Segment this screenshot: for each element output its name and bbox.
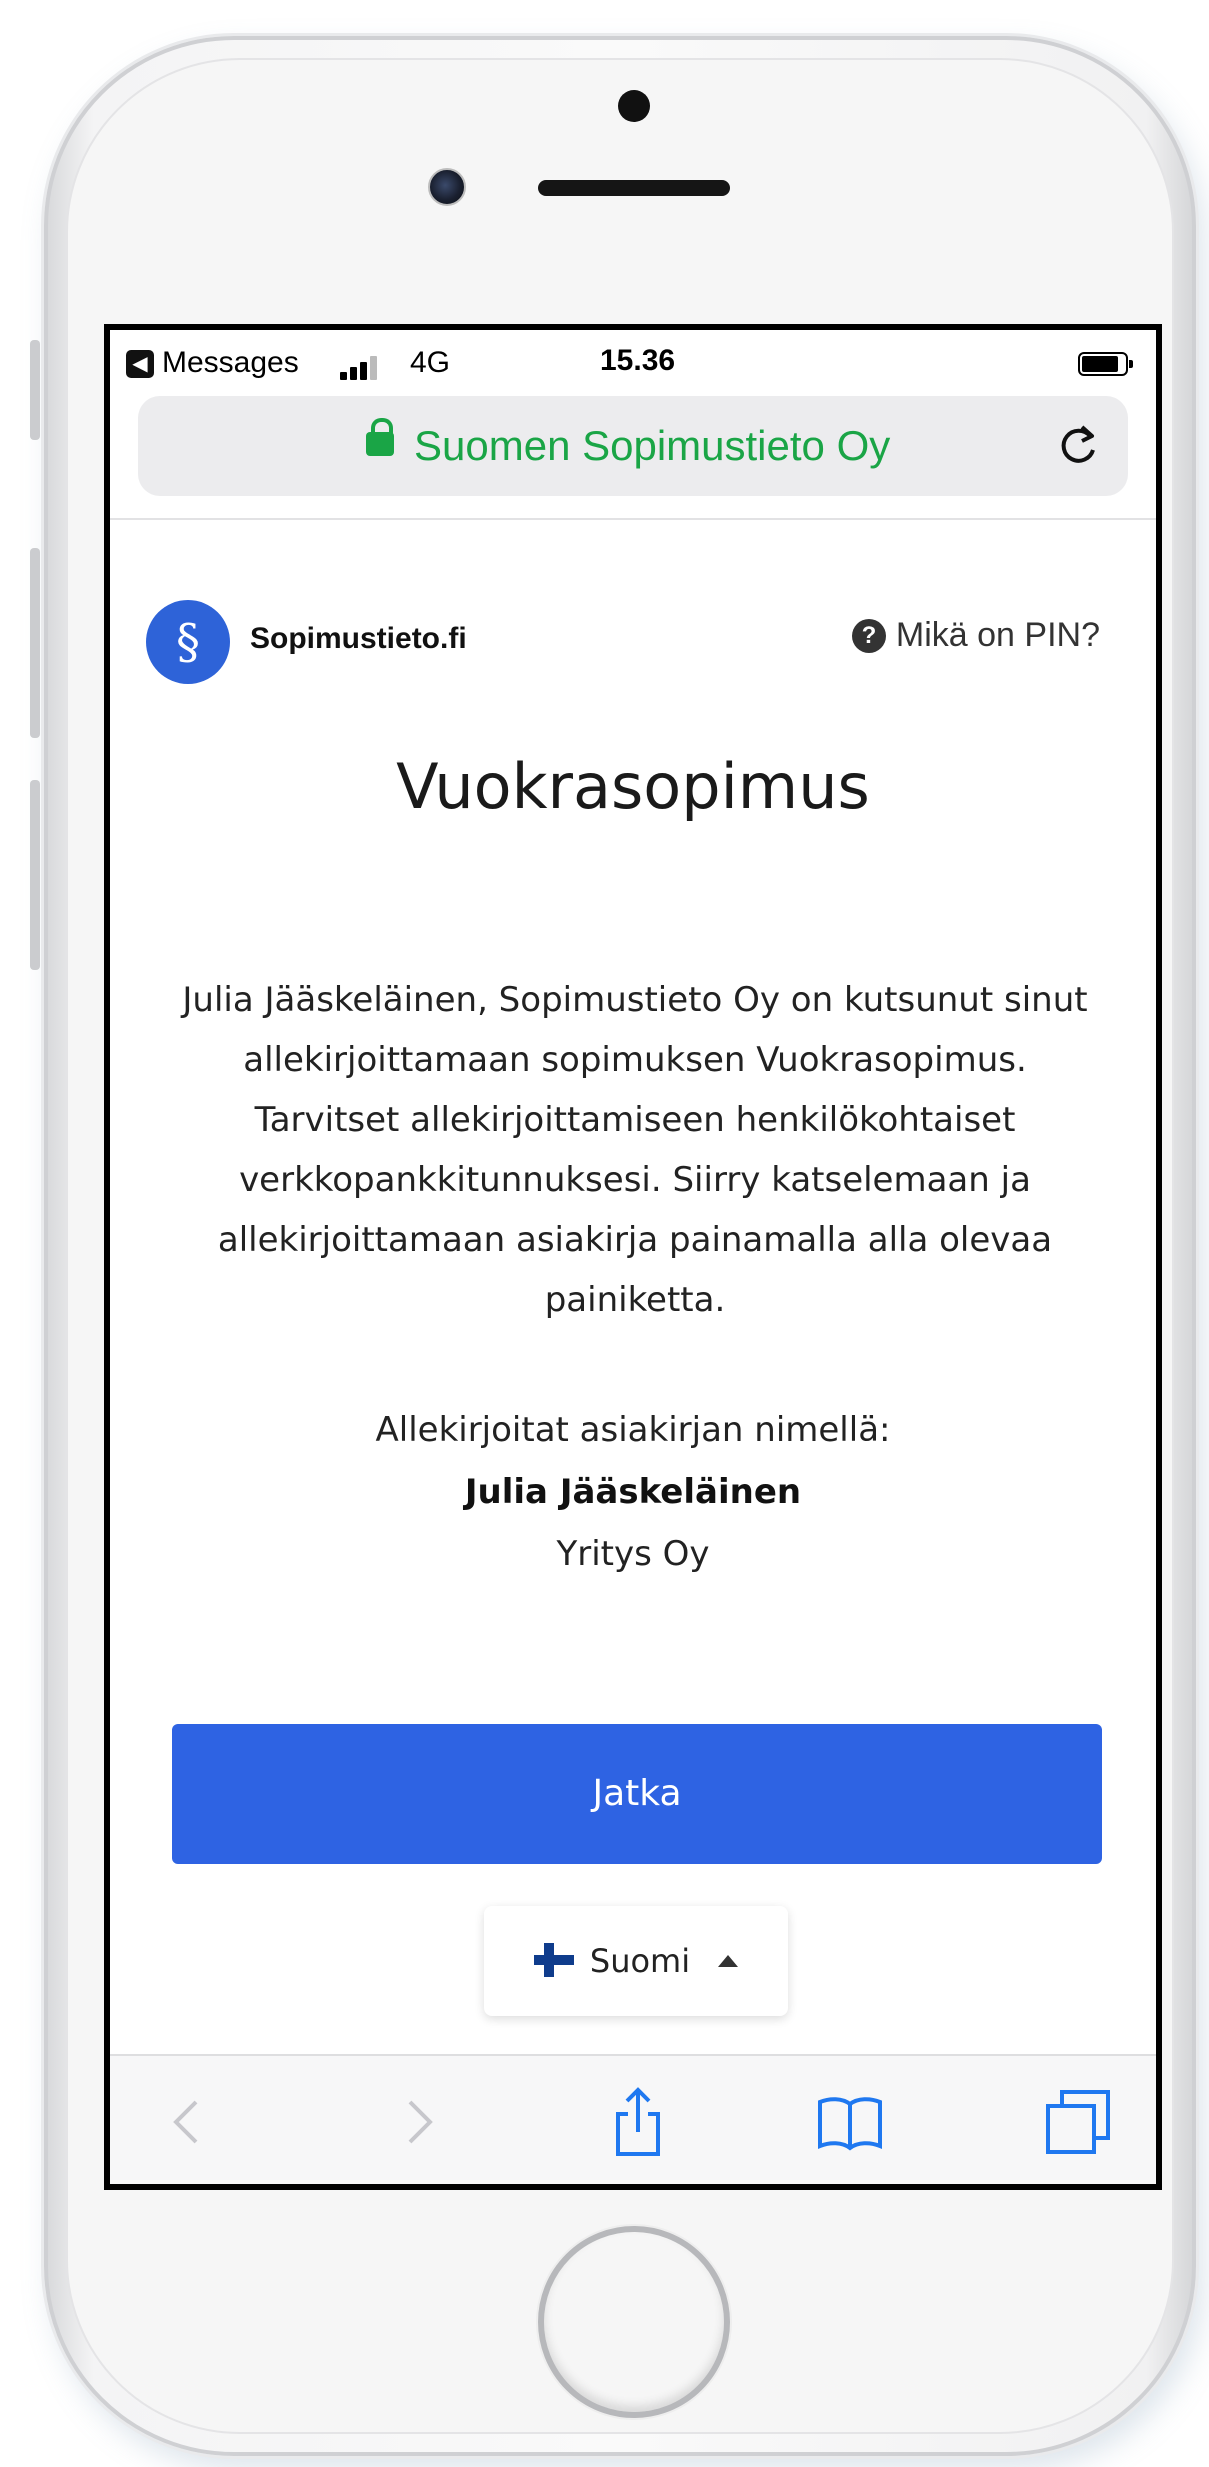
tabs-icon[interactable] — [1040, 2084, 1116, 2160]
front-camera — [428, 168, 466, 206]
divider — [110, 518, 1156, 520]
mute-switch — [30, 340, 40, 440]
continue-button[interactable]: Jatka — [172, 1724, 1102, 1864]
clock: 15.36 — [600, 344, 676, 377]
earpiece-speaker — [538, 180, 730, 196]
back-to-app-icon[interactable]: ◀ — [126, 350, 154, 378]
signer-name: Julia Jääskeläinen — [464, 1472, 802, 1512]
intro-text: Julia Jääskeläinen, Sopimustieto Oy on k… — [182, 980, 1088, 1320]
volume-up-button — [30, 548, 40, 738]
question-circle-icon: ? — [851, 618, 886, 653]
pin-help-link[interactable]: ? Mikä on PIN? — [851, 616, 1100, 655]
back-to-app-label[interactable]: Messages — [162, 346, 299, 380]
brand-logo[interactable]: § — [146, 600, 230, 684]
share-icon[interactable] — [600, 2084, 676, 2160]
forward-chevron-icon[interactable] — [380, 2084, 456, 2160]
back-chevron-icon[interactable] — [150, 2084, 226, 2160]
signer-label: Allekirjoitat asiakirjan nimellä: — [375, 1410, 891, 1450]
address-bar[interactable]: Suomen Sopimustieto Oy — [138, 396, 1128, 496]
brand-name[interactable]: Sopimustieto.fi — [250, 622, 467, 656]
lock-icon — [366, 418, 394, 456]
status-bar: ◀ Messages 4G 15.36 — [110, 330, 1156, 386]
book-icon[interactable] — [812, 2084, 888, 2160]
site-name: Suomen Sopimustieto Oy — [414, 422, 891, 469]
network-type: 4G — [410, 346, 451, 379]
document-title: Vuokrasopimus — [396, 750, 870, 823]
caret-up-icon — [718, 1955, 739, 1967]
browser-toolbar — [110, 2054, 1156, 2184]
language-selector[interactable]: Suomi — [484, 1906, 788, 2016]
proximity-sensor — [618, 90, 650, 122]
finland-flag-icon — [533, 1941, 574, 1981]
signer-company: Yritys Oy — [556, 1534, 710, 1574]
language-label: Suomi — [589, 1942, 691, 1980]
volume-down-button — [30, 780, 40, 970]
screen: ◀ Messages 4G 15.36 Suomen Sopimustieto … — [104, 324, 1162, 2190]
pin-help-label: Mikä on PIN? — [895, 616, 1100, 654]
reload-icon[interactable] — [1048, 414, 1108, 474]
signal-strength-icon — [340, 356, 384, 380]
home-button[interactable] — [538, 2226, 730, 2418]
battery-icon — [1078, 352, 1133, 376]
